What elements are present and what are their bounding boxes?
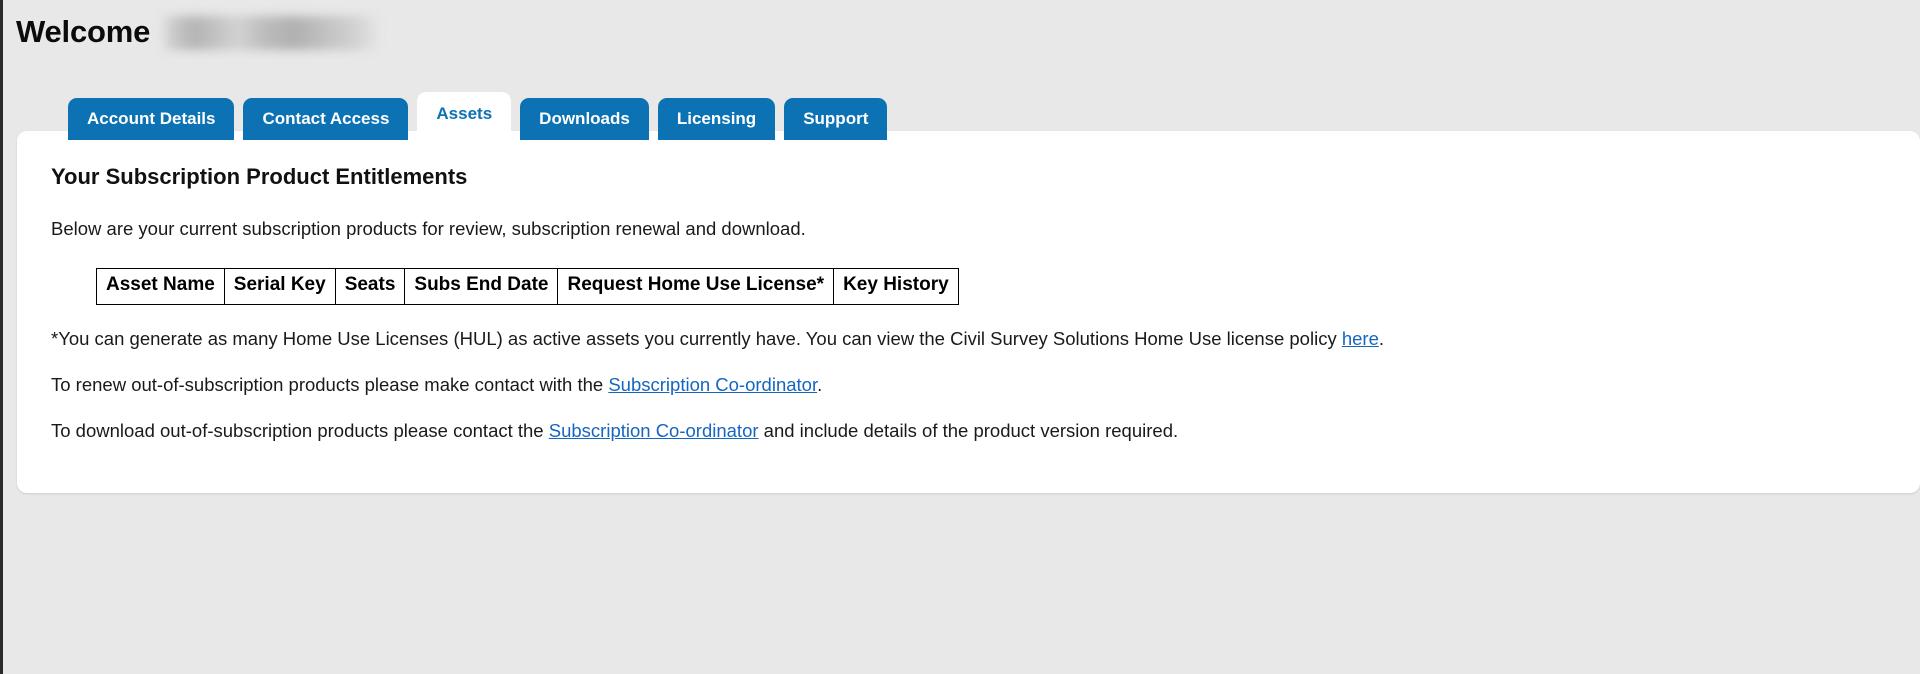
redacted-account-name — [160, 16, 379, 50]
tab-assets-label: Assets — [436, 103, 493, 123]
tab-downloads[interactable]: Downloads — [520, 98, 649, 140]
hul-footnote: *You can generate as many Home Use Licen… — [51, 327, 1886, 352]
assets-content-panel: Your Subscription Product Entitlements B… — [17, 131, 1920, 493]
renew-note-text-after: . — [817, 374, 823, 396]
tab-licensing-label: Licensing — [676, 108, 757, 128]
section-title: Your Subscription Product Entitlements — [51, 164, 468, 189]
column-header-seats: Seats — [334, 268, 406, 306]
subscription-coordinator-link-renew[interactable]: Subscription Co-ordinator — [608, 374, 817, 395]
tab-account-details-label: Account Details — [87, 108, 216, 128]
home-use-policy-link[interactable]: here — [1342, 328, 1379, 349]
tab-downloads-label: Downloads — [539, 108, 630, 128]
download-note-text-before: To download out-of-subscription products… — [51, 420, 549, 442]
tab-support[interactable]: Support — [784, 98, 888, 140]
welcome-header: Welcome — [16, 8, 379, 54]
column-header-serial-key: Serial Key — [223, 268, 336, 306]
subscription-coordinator-link-download[interactable]: Subscription Co-ordinator — [549, 420, 759, 441]
column-header-subs-end-date: Subs End Date — [404, 268, 559, 306]
tab-contact-access-label: Contact Access — [262, 108, 390, 128]
tab-assets[interactable]: Assets — [417, 92, 512, 140]
intro-paragraph: Below are your current subscription prod… — [51, 218, 806, 240]
column-header-asset-name: Asset Name — [96, 268, 225, 306]
page-title: Welcome — [16, 13, 151, 49]
column-header-request-hul: Request Home Use License* — [557, 268, 835, 306]
tab-account-details[interactable]: Account Details — [68, 98, 235, 140]
renew-note-text-before: To renew out-of-subscription products pl… — [51, 374, 609, 396]
entitlements-table: Asset Name Serial Key Seats Subs End Dat… — [96, 268, 959, 306]
download-note-text-after: and include details of the product versi… — [758, 420, 1179, 442]
hul-footnote-text-after: . — [1378, 328, 1385, 350]
table-header-row: Asset Name Serial Key Seats Subs End Dat… — [96, 268, 959, 306]
hul-footnote-text-before: *You can generate as many Home Use Licen… — [51, 328, 1342, 350]
tab-support-label: Support — [803, 108, 869, 128]
download-note: To download out-of-subscription products… — [51, 419, 1886, 444]
page-left-edge — [0, 0, 3, 674]
tab-licensing[interactable]: Licensing — [657, 98, 776, 140]
tab-contact-access[interactable]: Contact Access — [243, 98, 409, 140]
column-header-key-history: Key History — [833, 268, 959, 306]
tab-strip: Account Details Contact Access Assets Do… — [68, 92, 888, 140]
renew-note: To renew out-of-subscription products pl… — [51, 373, 1886, 398]
